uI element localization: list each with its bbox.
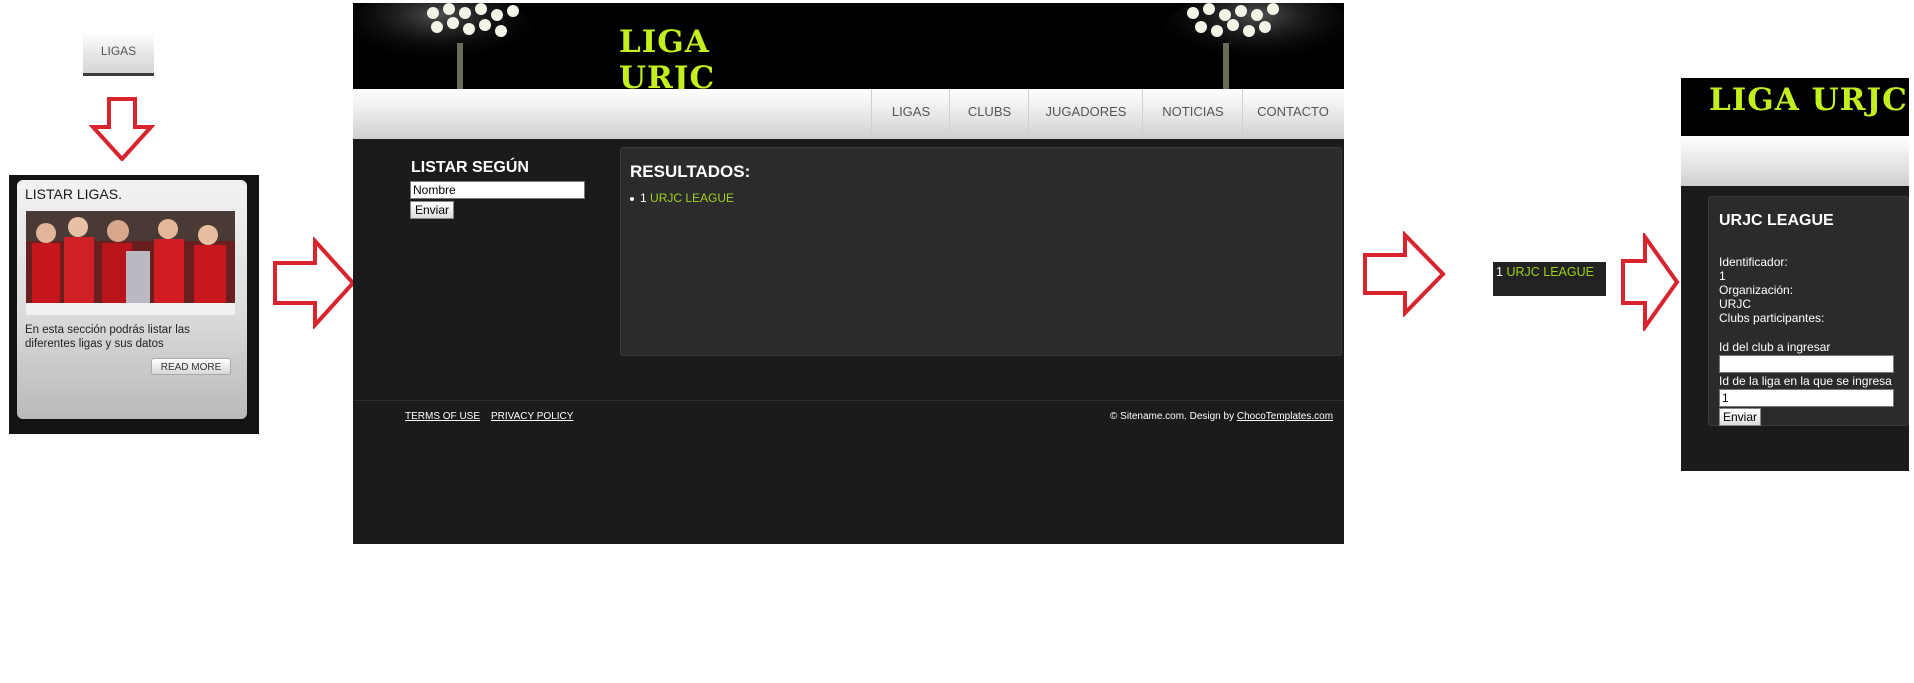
privacy-link[interactable]: PRIVACY POLICY — [491, 411, 573, 422]
org-label: Organización: — [1719, 283, 1794, 297]
list-item: 1 URJC LEAGUE — [630, 191, 734, 205]
arrow-down-icon — [89, 97, 155, 161]
arrow-right-icon — [1363, 231, 1447, 317]
submit-button[interactable]: Enviar — [410, 201, 454, 219]
terms-link[interactable]: TERMS OF USE — [405, 411, 480, 422]
clubs-label: Clubs participantes: — [1719, 311, 1825, 325]
org-value: URJC — [1719, 297, 1751, 311]
nav-item-noticias[interactable]: NOTICIAS — [1142, 89, 1243, 139]
club-id-label: Id del club a ingresar — [1719, 340, 1831, 354]
footer-copyright: © Sitename.com. Design by — [1110, 411, 1237, 422]
footer-credits: © Sitename.com. Design by ChocoTemplates… — [1110, 411, 1333, 422]
detail-logo[interactable]: LIGA URJC — [1709, 82, 1908, 118]
id-value: 1 — [1719, 269, 1726, 283]
footer-divider — [353, 400, 1344, 401]
list-item: 1 URJC LEAGUE — [1493, 262, 1606, 296]
site-header — [353, 3, 1344, 89]
nav-item-jugadores[interactable]: JUGADORES — [1028, 89, 1143, 139]
result-link[interactable]: URJC LEAGUE — [650, 191, 734, 205]
team-photo — [26, 211, 235, 315]
sidebar-title: LISTAR SEGÚN — [411, 159, 529, 176]
arrow-right-icon — [1621, 233, 1681, 331]
tab-ligas[interactable]: LIGAS — [83, 32, 154, 76]
league-title: URJC LEAGUE — [1719, 212, 1834, 229]
detail-nav — [1681, 136, 1909, 186]
nav-item-ligas[interactable]: LIGAS — [871, 89, 950, 139]
site-logo[interactable]: LIGA URJC — [619, 24, 797, 96]
results-title: RESULTADOS: — [630, 162, 751, 181]
search-field[interactable]: Nombre — [410, 181, 585, 199]
result-index: 1 — [640, 191, 647, 205]
league-id-label: Id de la liga en la que se ingresa — [1719, 374, 1892, 388]
card-description: En esta sección podrás listar las difere… — [25, 324, 190, 350]
card-title: LISTAR LIGAS. — [25, 186, 122, 202]
detail-header: LIGA URJC — [1681, 78, 1909, 136]
club-id-field[interactable] — [1719, 355, 1894, 373]
id-label: Identificador: — [1719, 255, 1788, 269]
nav-item-clubs[interactable]: CLUBS — [949, 89, 1029, 139]
read-more-button[interactable]: READ MORE — [151, 358, 231, 375]
design-link[interactable]: ChocoTemplates.com — [1237, 411, 1333, 422]
league-id-field[interactable]: 1 — [1719, 389, 1894, 407]
detail-submit-button[interactable]: Enviar — [1719, 408, 1761, 426]
result-index: 1 — [1496, 265, 1503, 279]
bullet-icon — [630, 196, 634, 201]
nav-item-contacto[interactable]: CONTACTO — [1242, 89, 1343, 139]
arrow-right-icon — [273, 237, 357, 329]
result-link[interactable]: URJC LEAGUE — [1506, 265, 1594, 279]
